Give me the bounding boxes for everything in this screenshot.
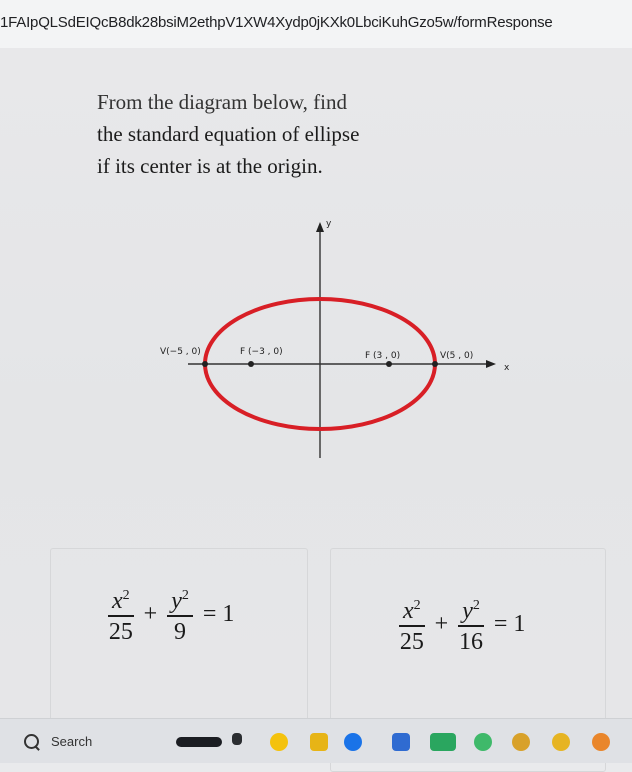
label-focus-left: F (−3 , 0) bbox=[240, 347, 283, 357]
taskbar-search[interactable]: Search bbox=[24, 729, 92, 753]
app-icon-5[interactable] bbox=[552, 733, 570, 751]
form-page: From the diagram below, find the standar… bbox=[0, 48, 632, 772]
chrome-icon[interactable] bbox=[232, 733, 242, 745]
fraction-x: x2 25 bbox=[399, 598, 425, 655]
equation-choice-a[interactable]: x2 25 + y2 9 = 1 bbox=[104, 582, 240, 647]
label-focus-right: F (3 , 0) bbox=[365, 351, 400, 361]
x-axis-label: x bbox=[504, 363, 510, 373]
question-line-3: if its center is at the origin. bbox=[97, 154, 323, 178]
search-icon bbox=[24, 733, 39, 749]
fraction-y: y2 9 bbox=[167, 582, 193, 647]
question-line-1: From the diagram below, find bbox=[97, 90, 348, 114]
label-vertex-left: V(−5 , 0) bbox=[160, 347, 201, 357]
fraction-y: y2 16 bbox=[458, 598, 484, 655]
app-icon-3[interactable] bbox=[474, 733, 492, 751]
question-text: From the diagram below, find the standar… bbox=[97, 90, 517, 182]
taskbar: Search bbox=[0, 718, 632, 763]
ellipse-diagram: y x V(−5 , 0) F (−3 , 0) F (3 , 0) V(5 ,… bbox=[160, 219, 510, 458]
task-view-icon[interactable] bbox=[176, 737, 222, 747]
vertex-left-point bbox=[202, 361, 208, 367]
app-icon[interactable] bbox=[392, 733, 410, 751]
url-text[interactable]: 1FAIpQLSdEIQcB8dk28bsiM2ethpV1XW4Xydp0jK… bbox=[0, 14, 553, 31]
y-axis-label: y bbox=[326, 219, 332, 229]
focus-right-point bbox=[386, 361, 392, 367]
x-axis-arrow bbox=[486, 360, 496, 368]
store-icon[interactable] bbox=[344, 733, 362, 751]
question-line-2: the standard equation of ellipse bbox=[97, 122, 360, 146]
vertex-right-point bbox=[432, 361, 438, 367]
app-icon-2[interactable] bbox=[430, 733, 456, 751]
app-icon-4[interactable] bbox=[512, 733, 530, 751]
focus-left-point bbox=[248, 361, 254, 367]
y-axis-arrow bbox=[316, 222, 324, 232]
fraction-x: x2 25 bbox=[108, 588, 134, 645]
app-icon-6[interactable] bbox=[592, 733, 610, 751]
edge-icon[interactable] bbox=[310, 733, 328, 751]
search-label: Search bbox=[51, 733, 93, 749]
label-vertex-right: V(5 , 0) bbox=[440, 351, 473, 361]
equation-choice-b[interactable]: x2 25 + y2 16 = 1 bbox=[395, 592, 531, 657]
file-explorer-icon[interactable] bbox=[270, 733, 288, 751]
address-bar[interactable]: 1FAIpQLSdEIQcB8dk28bsiM2ethpV1XW4Xydp0jK… bbox=[0, 0, 632, 49]
